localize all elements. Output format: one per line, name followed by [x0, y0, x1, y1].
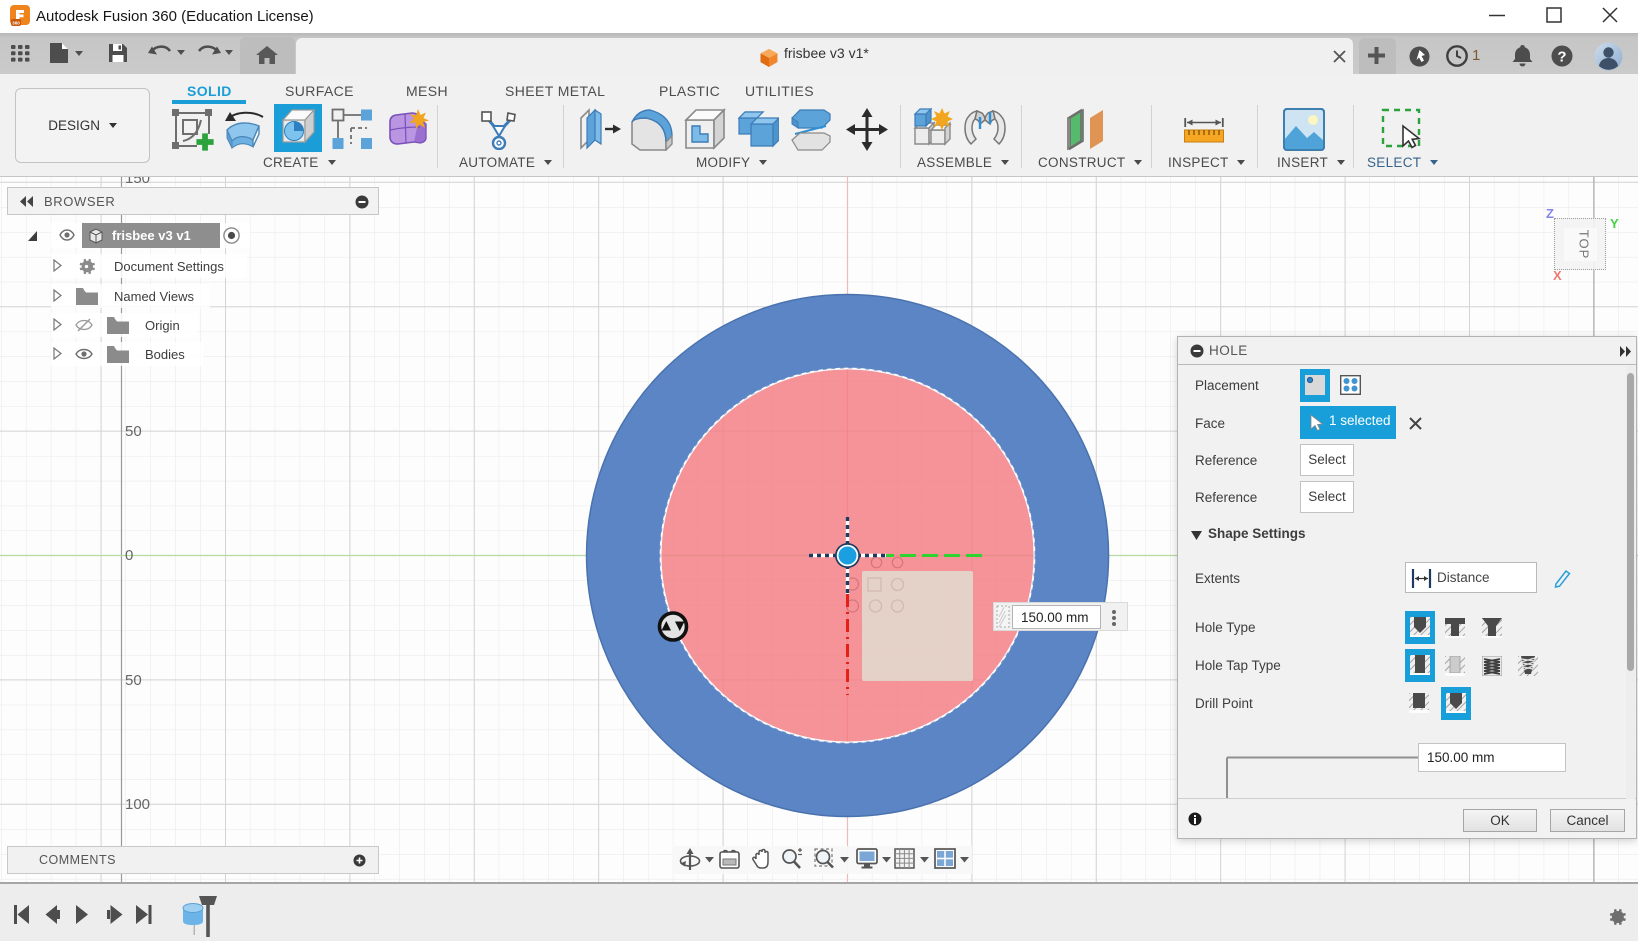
svg-text:?: ? [1557, 48, 1566, 65]
svg-text:360: 360 [12, 21, 20, 26]
